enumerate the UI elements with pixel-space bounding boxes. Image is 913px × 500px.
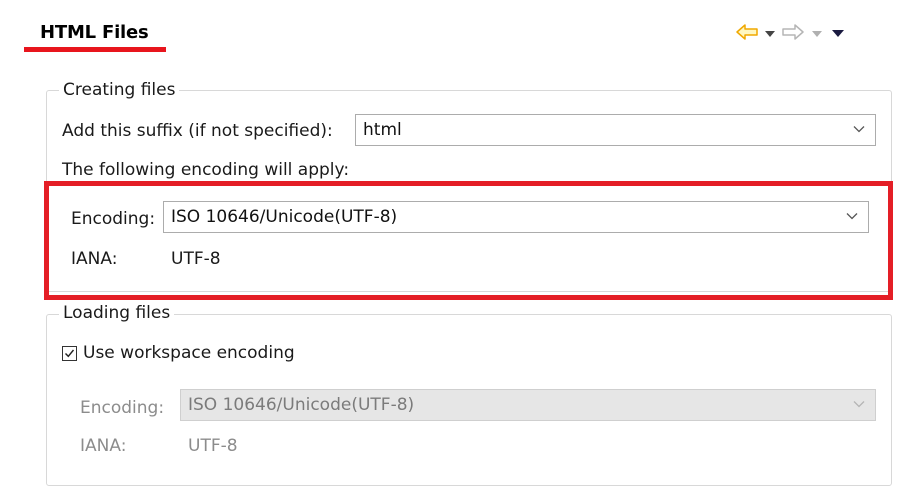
encoding-note: The following encoding will apply: xyxy=(62,160,350,180)
title-underline xyxy=(24,47,166,52)
loading-encoding-select[interactable]: ISO 10646/Unicode(UTF-8) xyxy=(180,389,876,421)
back-button[interactable] xyxy=(736,24,758,45)
loading-files-legend: Loading files xyxy=(59,303,175,323)
iana-label: IANA: xyxy=(71,249,118,269)
highlight-box xyxy=(44,181,893,300)
back-arrow-icon xyxy=(736,24,758,40)
chevron-down-icon xyxy=(846,213,858,220)
forward-button[interactable] xyxy=(782,24,804,45)
back-dropdown-icon[interactable] xyxy=(765,31,775,37)
use-workspace-encoding-checkbox[interactable]: Use workspace encoding xyxy=(62,343,295,363)
chevron-down-icon xyxy=(853,126,865,133)
loading-encoding-value: ISO 10646/Unicode(UTF-8) xyxy=(188,395,415,415)
use-workspace-label: Use workspace encoding xyxy=(83,343,295,363)
view-menu-icon[interactable] xyxy=(832,30,844,37)
checkbox-box[interactable] xyxy=(62,345,77,361)
suffix-value: html xyxy=(363,120,402,140)
encoding-value: ISO 10646/Unicode(UTF-8) xyxy=(171,207,398,227)
page-title: HTML Files xyxy=(40,22,149,43)
checkmark-icon xyxy=(65,349,75,357)
creating-files-legend: Creating files xyxy=(59,80,180,100)
forward-dropdown-icon[interactable] xyxy=(812,31,822,37)
iana-value: UTF-8 xyxy=(171,249,221,269)
loading-iana-value: UTF-8 xyxy=(188,436,238,456)
encoding-label: Encoding: xyxy=(71,209,156,229)
loading-iana-label: IANA: xyxy=(80,436,127,456)
chevron-down-icon xyxy=(853,401,865,408)
encoding-select[interactable]: ISO 10646/Unicode(UTF-8) xyxy=(163,201,869,233)
suffix-label: Add this suffix (if not specified): xyxy=(62,121,333,141)
suffix-select[interactable]: html xyxy=(355,114,876,146)
forward-arrow-icon xyxy=(782,24,804,40)
loading-encoding-label: Encoding: xyxy=(80,398,165,418)
